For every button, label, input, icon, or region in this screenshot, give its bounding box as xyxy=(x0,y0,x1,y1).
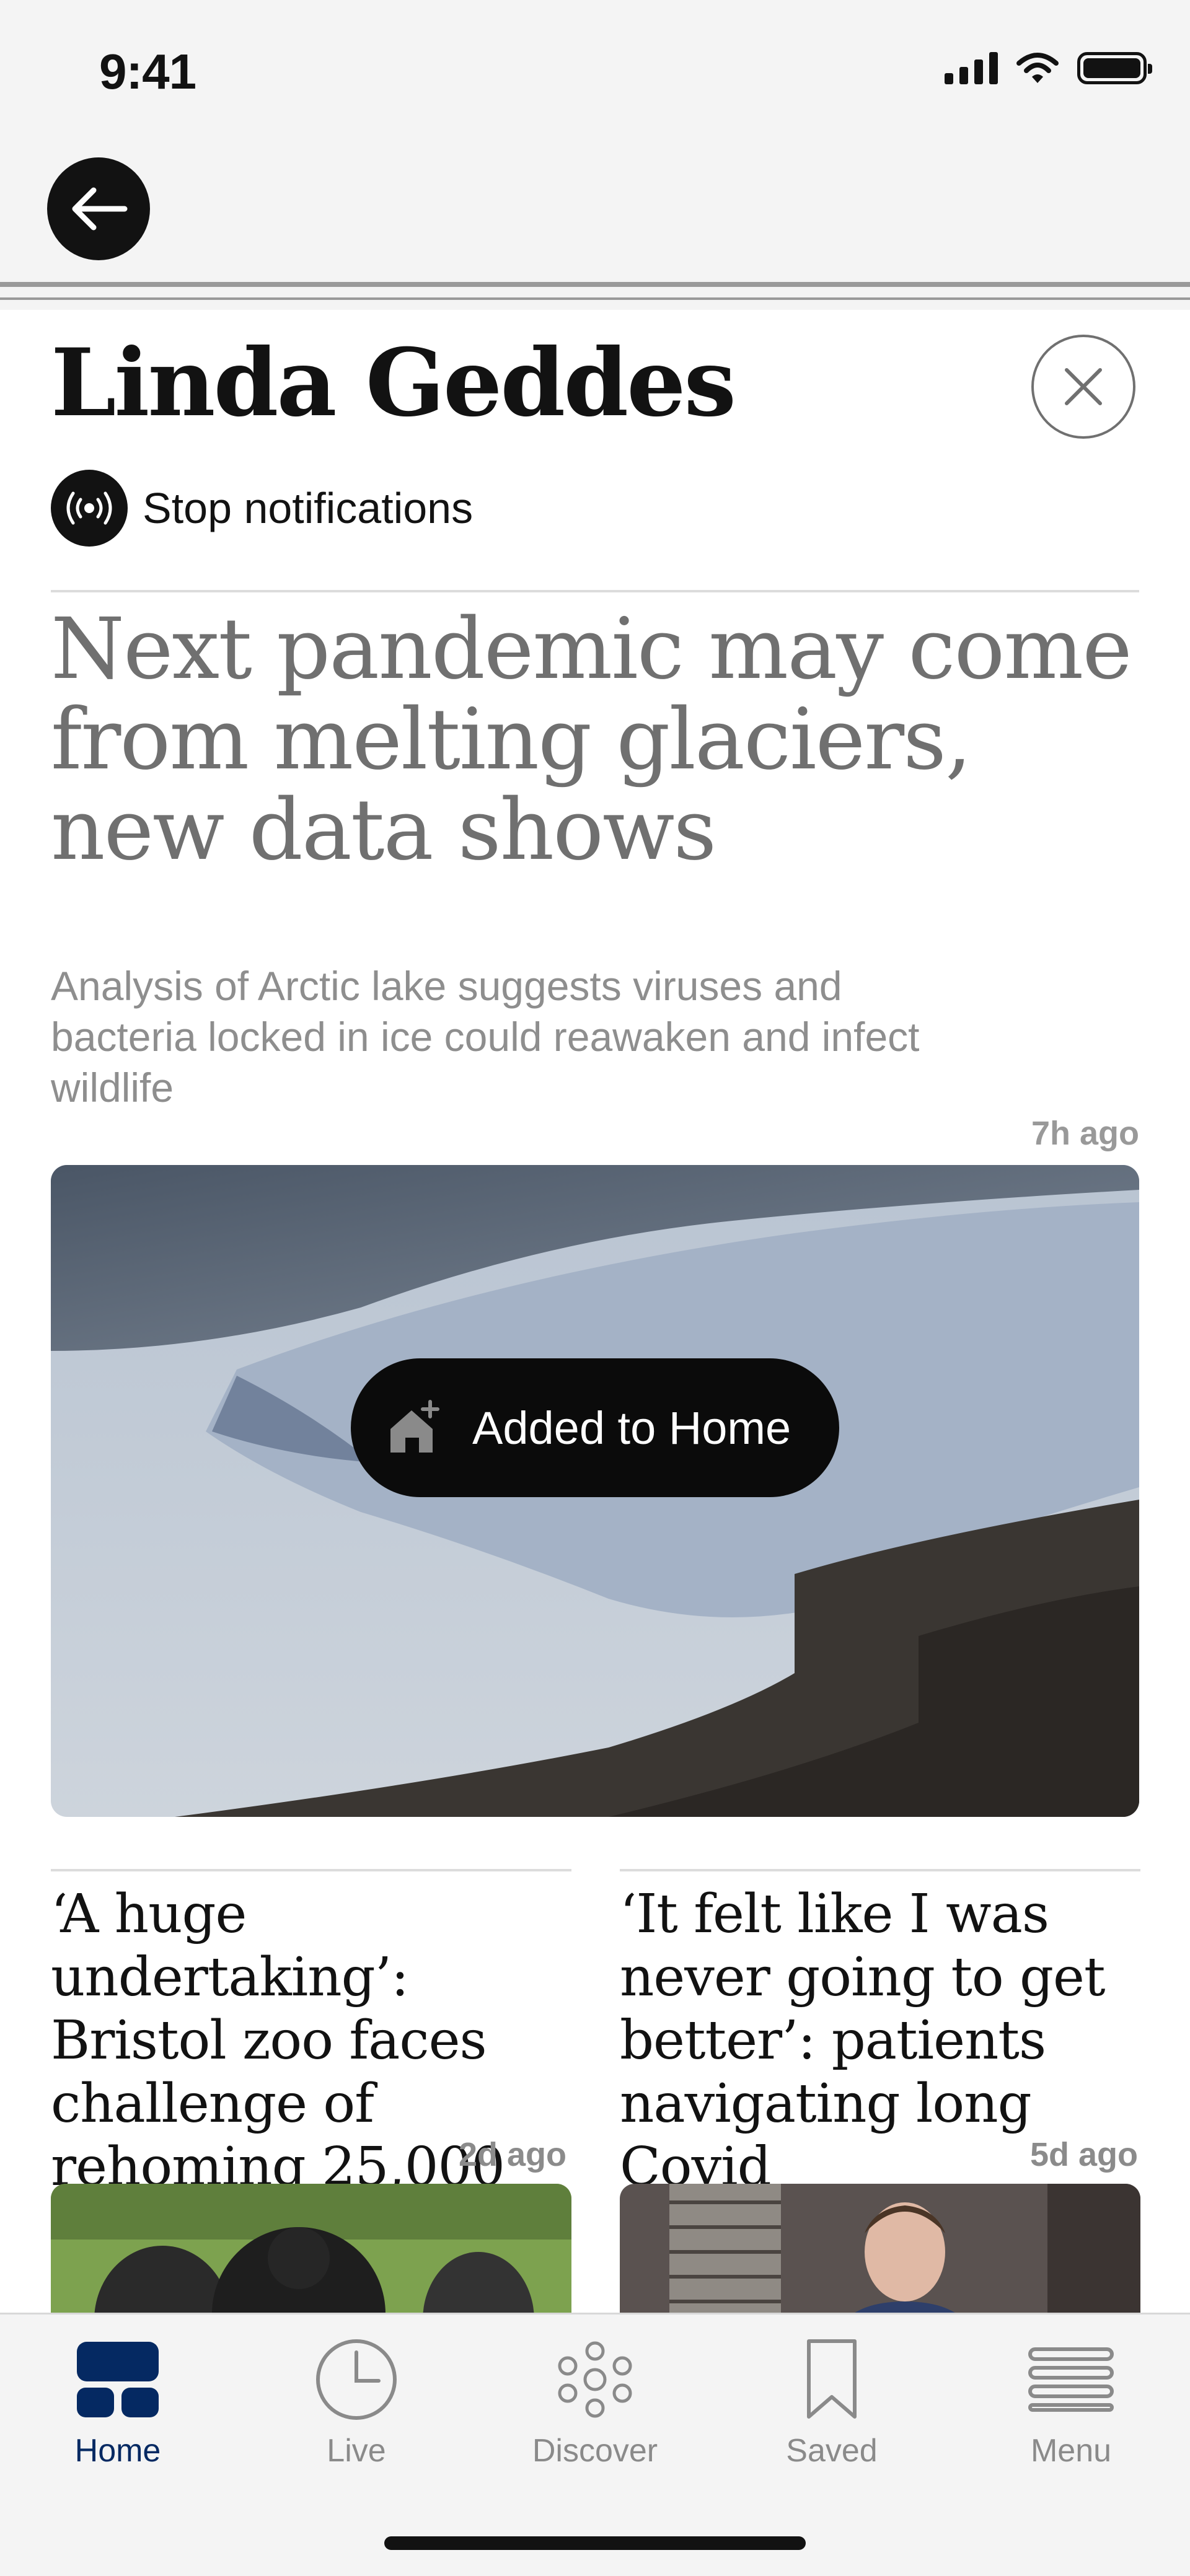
section-divider xyxy=(51,590,1139,592)
wifi-icon xyxy=(1016,53,1059,83)
author-name: Linda Geddes xyxy=(51,328,736,437)
header-rule-lower xyxy=(0,297,1190,300)
clock-icon xyxy=(314,2333,399,2426)
tab-discover[interactable]: Discover xyxy=(502,2333,688,2469)
tab-label: Saved xyxy=(786,2433,878,2469)
tab-menu[interactable]: Menu xyxy=(978,2333,1164,2469)
close-button[interactable] xyxy=(1031,335,1135,439)
card-timestamp: 5d ago xyxy=(1030,2136,1139,2173)
added-to-home-toast: Added to Home xyxy=(351,1358,839,1497)
status-icons xyxy=(945,51,1152,86)
menu-icon xyxy=(1028,2333,1114,2426)
top-area: 9:41 xyxy=(0,0,1190,310)
back-button[interactable] xyxy=(47,157,150,260)
stop-notifications-button[interactable]: Stop notifications xyxy=(51,470,473,547)
home-tiles-icon xyxy=(76,2333,160,2426)
bookmark-icon xyxy=(804,2333,860,2426)
lead-standfirst: Analysis of Arctic lake suggests viruses… xyxy=(51,963,920,1110)
broadcast-icon xyxy=(51,470,128,547)
tab-label: Discover xyxy=(532,2433,658,2469)
card-divider-left xyxy=(51,1869,571,1871)
card-timestamp: 2d ago xyxy=(459,2136,567,2173)
bottom-tab-bar: Home Live Discover Saved Menu xyxy=(0,2313,1190,2576)
toast-label: Added to Home xyxy=(472,1402,791,1454)
tab-label: Live xyxy=(327,2433,386,2469)
home-indicator[interactable] xyxy=(384,2536,806,2550)
notifications-label: Stop notifications xyxy=(143,484,474,532)
tab-home[interactable]: Home xyxy=(25,2333,211,2469)
battery-icon xyxy=(1077,52,1152,84)
card-divider-right xyxy=(620,1869,1140,1871)
tab-label: Menu xyxy=(1030,2433,1112,2469)
tab-label: Home xyxy=(74,2433,161,2469)
arrow-left-icon xyxy=(72,187,128,231)
tab-live[interactable]: Live xyxy=(263,2333,449,2469)
status-time: 9:41 xyxy=(99,44,196,99)
tab-saved[interactable]: Saved xyxy=(739,2333,925,2469)
signal-icon xyxy=(945,52,998,84)
close-icon xyxy=(1065,368,1102,405)
lead-timestamp: 7h ago xyxy=(1031,1115,1139,1152)
header-rule xyxy=(0,282,1190,287)
home-add-icon xyxy=(390,1400,439,1453)
lead-headline[interactable]: Next pandemic may come from melting glac… xyxy=(51,604,1154,876)
discover-icon xyxy=(557,2333,633,2426)
